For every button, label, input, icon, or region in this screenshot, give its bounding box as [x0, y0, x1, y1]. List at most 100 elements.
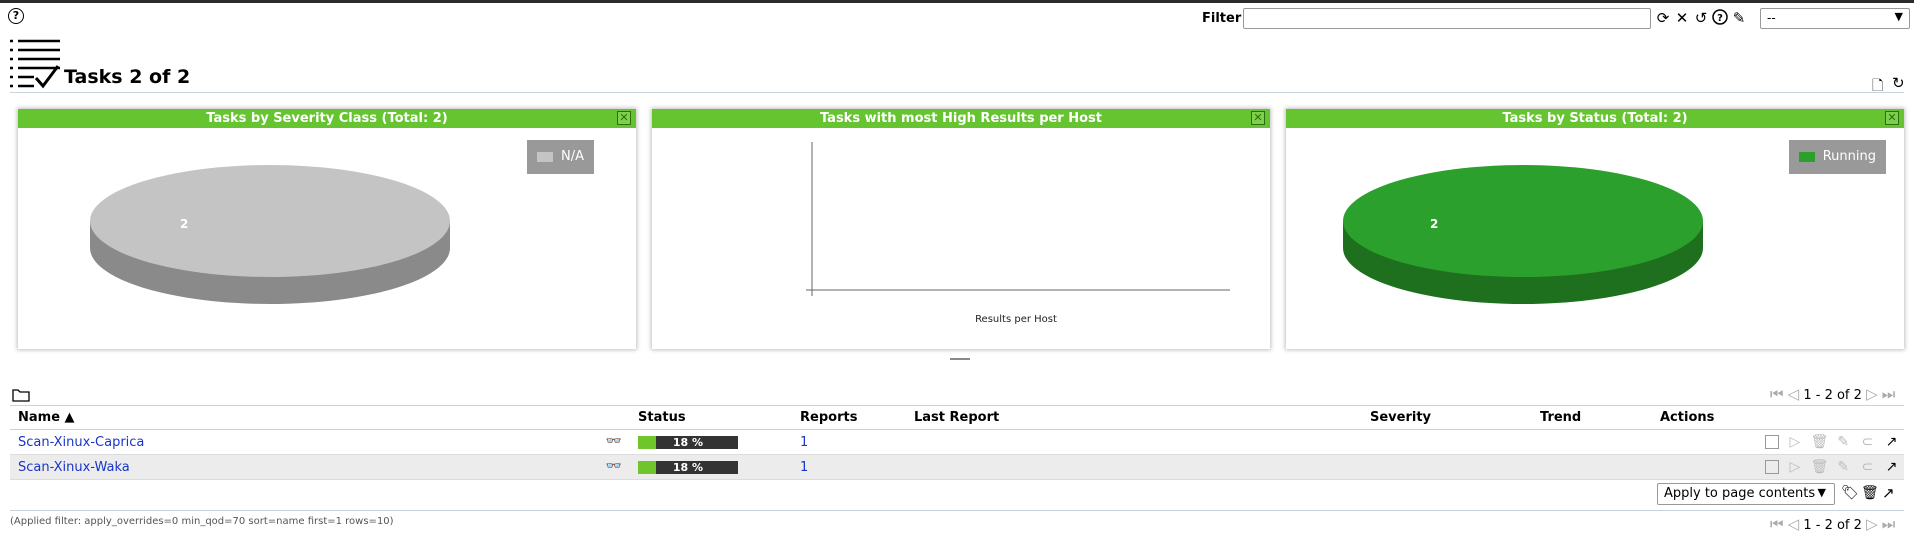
last-page-icon[interactable]: ⏭: [1882, 385, 1896, 403]
severity-cell: [1362, 454, 1532, 480]
pager-top: ⏮ ◁ 1 - 2 of 2 ▷ ⏭: [1770, 385, 1895, 403]
edit-icon[interactable]: ✎: [1835, 434, 1852, 451]
clone-icon[interactable]: ⊂: [1859, 434, 1876, 451]
bulk-trash-icon[interactable]: 🗑: [1861, 485, 1879, 501]
task-name-link[interactable]: Scan-Xinux-Caprica: [18, 435, 144, 450]
reset-icon[interactable]: ↺: [1692, 9, 1710, 27]
bulk-export-icon[interactable]: ↗: [1882, 484, 1895, 502]
filter-help-icon[interactable]: ?: [1711, 9, 1729, 27]
export-icon[interactable]: ↗: [1883, 459, 1900, 476]
first-page-icon[interactable]: ⏮: [1770, 515, 1784, 533]
column-header-severity[interactable]: Severity: [1362, 405, 1532, 430]
pager-text: 1 - 2 of 2: [1803, 518, 1862, 533]
reports-link[interactable]: 1: [800, 460, 808, 475]
legend-label: Running: [1822, 149, 1876, 164]
reports-link[interactable]: 1: [800, 435, 808, 450]
next-page-icon[interactable]: ▷: [1866, 385, 1878, 403]
help-icon[interactable]: ?: [8, 8, 24, 24]
task-name-cell: Scan-Xinux-Waka 👓: [10, 454, 630, 480]
clone-icon[interactable]: ⊂: [1859, 459, 1876, 476]
table-header-row: Name ▲ Status Reports Last Report Severi…: [10, 405, 1904, 430]
status-cell: 18 %: [630, 429, 792, 455]
column-header-name[interactable]: Name ▲: [10, 405, 630, 430]
panel-title: Tasks by Severity Class (Total: 2): [206, 111, 448, 126]
filter-label: Filter: [1202, 11, 1242, 26]
start-icon[interactable]: [1765, 460, 1780, 474]
progress-text: 18 %: [672, 460, 704, 474]
filter-select-value: --: [1767, 11, 1776, 25]
dashboard-resize-handle[interactable]: [950, 358, 970, 360]
resume-icon[interactable]: ▷: [1786, 459, 1803, 476]
observer-glasses-icon: 👓: [605, 459, 622, 474]
tag-icon[interactable]: 🏷: [1841, 485, 1859, 501]
actions-cell: ▷ 🗑 ✎ ⊂ ↗: [1652, 429, 1904, 455]
column-header-status[interactable]: Status: [630, 405, 792, 430]
status-cell: 18 %: [630, 454, 792, 480]
task-name-link[interactable]: Scan-Xinux-Waka: [18, 460, 130, 475]
last-report-cell: [906, 429, 1362, 455]
high-results-chart-panel: Tasks with most High Results per Host ✕ …: [652, 109, 1270, 349]
filter-input[interactable]: [1243, 8, 1651, 29]
new-dashboard-icon[interactable]: 🗋: [1872, 75, 1883, 99]
chevron-down-icon: ▼: [1894, 10, 1903, 23]
next-page-icon[interactable]: ▷: [1866, 515, 1878, 533]
pie-slice-label: 2: [1430, 217, 1438, 231]
x-axis-label: Results per Host: [975, 314, 1057, 325]
edit-filter-icon[interactable]: ✎: [1730, 9, 1748, 27]
trend-cell: [1532, 429, 1652, 455]
bulk-action-value: Apply to page contents: [1664, 486, 1816, 501]
column-header-reports[interactable]: Reports: [792, 405, 906, 430]
folder-icon[interactable]: [12, 388, 30, 402]
title-divider: [10, 92, 1904, 93]
top-border: [0, 0, 1914, 3]
task-name-cell: Scan-Xinux-Caprica 👓: [10, 429, 630, 455]
edit-icon[interactable]: ✎: [1835, 459, 1852, 476]
reports-cell: 1: [792, 454, 906, 480]
last-page-icon[interactable]: ⏭: [1882, 515, 1896, 533]
legend-running: Running: [1788, 140, 1886, 174]
last-report-cell: [906, 454, 1362, 480]
chevron-down-icon: ▼: [1817, 486, 1826, 499]
panel-header: Tasks by Severity Class (Total: 2) ✕: [18, 109, 636, 128]
progress-text: 18 %: [672, 435, 704, 449]
severity-chart-panel: Tasks by Severity Class (Total: 2) ✕ 2 N…: [18, 109, 636, 349]
status-chart-panel: Tasks by Status (Total: 2) ✕ 2 Running: [1286, 109, 1904, 349]
reset-dashboard-icon[interactable]: ↻: [1892, 74, 1905, 92]
refresh-icon[interactable]: ⟳: [1654, 9, 1672, 27]
bulk-action-select[interactable]: Apply to page contents ▼: [1657, 483, 1835, 505]
filter-select[interactable]: -- ▼: [1760, 8, 1910, 29]
previous-page-icon[interactable]: ◁: [1788, 385, 1800, 403]
pager-text: 1 - 2 of 2: [1803, 388, 1862, 403]
svg-text:?: ?: [1717, 13, 1723, 24]
column-header-actions: Actions: [1652, 405, 1904, 430]
column-header-last-report[interactable]: Last Report: [906, 405, 1362, 430]
trash-icon[interactable]: 🗑: [1811, 434, 1829, 451]
progress-bar: 18 %: [638, 435, 738, 449]
resume-icon[interactable]: ▷: [1786, 434, 1803, 451]
column-header-trend[interactable]: Trend: [1532, 405, 1652, 430]
start-icon[interactable]: [1765, 435, 1780, 449]
close-icon[interactable]: ✕: [617, 111, 631, 125]
tasks-table: Name ▲ Status Reports Last Report Severi…: [10, 405, 1904, 480]
legend-swatch: [1798, 151, 1815, 162]
page-title: Tasks 2 of 2: [64, 66, 191, 88]
export-icon[interactable]: ↗: [1883, 434, 1900, 451]
legend-label: N/A: [561, 149, 584, 164]
pager-bottom: ⏮ ◁ 1 - 2 of 2 ▷ ⏭: [1770, 515, 1895, 533]
clear-icon[interactable]: ✕: [1673, 9, 1691, 27]
pie-slice-label: 2: [180, 217, 188, 231]
panel-header: Tasks with most High Results per Host ✕: [652, 109, 1270, 128]
trend-cell: [1532, 454, 1652, 480]
pie-slice-na: [90, 165, 450, 277]
close-icon[interactable]: ✕: [1251, 111, 1265, 125]
applied-filter-text: (Applied filter: apply_overrides=0 min_q…: [10, 516, 394, 527]
first-page-icon[interactable]: ⏮: [1770, 385, 1784, 403]
table-row: Scan-Xinux-Waka 👓 18 % 1 ▷ 🗑 ✎ ⊂ ↗: [10, 454, 1904, 480]
tasks-list-icon: [10, 38, 62, 95]
previous-page-icon[interactable]: ◁: [1788, 515, 1800, 533]
observer-glasses-icon: 👓: [605, 434, 622, 449]
panel-header: Tasks by Status (Total: 2) ✕: [1286, 109, 1904, 128]
close-icon[interactable]: ✕: [1885, 111, 1899, 125]
legend-na: N/A: [527, 140, 594, 174]
trash-icon[interactable]: 🗑: [1811, 459, 1829, 476]
